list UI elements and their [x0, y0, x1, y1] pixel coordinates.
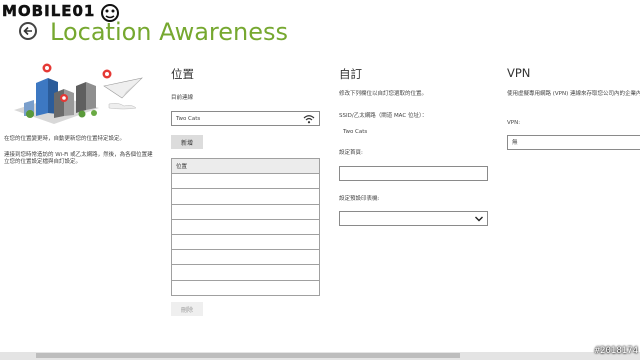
scrollbar-thumb[interactable] [36, 353, 460, 358]
ssid-label: SSID/乙太網路（閘道 MAC 位址）： [339, 113, 428, 119]
current-connection-label: 目前連線 [171, 95, 194, 101]
table-row[interactable] [171, 173, 320, 190]
intro-text-3: 立您的位置設定檔與自訂設定。 [4, 159, 82, 165]
locations-table: 位置 [171, 157, 320, 296]
vpn-label: VPN: [507, 120, 521, 126]
current-connection-field[interactable]: Two Cats [171, 111, 320, 126]
table-cell [171, 203, 320, 220]
homepage-label: 設定首頁: [339, 150, 363, 156]
add-button[interactable]: 新增 [171, 135, 203, 149]
custom-heading: 自訂 [339, 67, 362, 81]
table-cell [171, 264, 320, 281]
table-row[interactable] [171, 264, 320, 281]
table-cell [171, 249, 320, 266]
locations-heading: 位置 [171, 67, 194, 81]
table-row[interactable] [171, 218, 320, 235]
wifi-icon [303, 115, 315, 124]
table-cell [171, 218, 320, 235]
printer-select[interactable] [339, 211, 488, 226]
image-stamp: #2018174 [594, 346, 638, 356]
table-cell [171, 173, 320, 190]
vpn-heading: VPN [507, 66, 531, 80]
custom-description: 修改下列欄位以自訂您選取的位置。 [339, 91, 428, 97]
location-illustration [14, 63, 143, 124]
vpn-description: 使用虛擬專用網路 (VPN) 連線來存取您公司內的企業內部 [507, 91, 640, 97]
delete-button[interactable]: 刪除 [171, 302, 203, 316]
table-row[interactable] [171, 188, 320, 205]
table-cell [171, 188, 320, 205]
ssid-value: Two Cats [343, 129, 368, 135]
intro-text-1: 在您的位置變更時，自動更新您的位置特定設定。 [4, 136, 126, 142]
table-row[interactable] [171, 249, 320, 266]
table-cell [171, 279, 320, 296]
vpn-value: 無 [512, 140, 518, 146]
chevron-down-icon [475, 216, 483, 222]
printer-label: 設定預設印表機: [339, 196, 380, 202]
vpn-select[interactable]: 無 [507, 135, 640, 150]
table-cell [171, 233, 320, 251]
homepage-input[interactable] [339, 166, 488, 181]
table-header-location: 位置 [171, 157, 320, 175]
back-button[interactable] [19, 22, 37, 40]
table-row[interactable] [171, 279, 320, 296]
table-header-row: 位置 [171, 157, 320, 175]
page-title: Location Awareness [50, 18, 289, 46]
current-connection-value: Two Cats [176, 116, 201, 122]
table-row[interactable] [171, 233, 320, 251]
back-arrow-icon [23, 26, 32, 36]
table-row[interactable] [171, 203, 320, 220]
